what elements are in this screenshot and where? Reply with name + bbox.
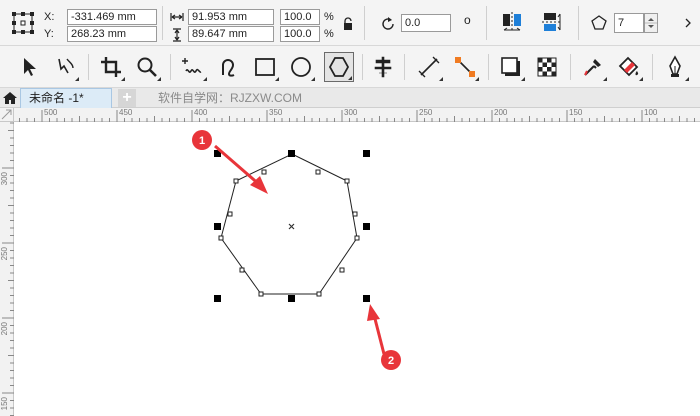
annotation-arrow <box>367 304 386 355</box>
separator <box>488 54 489 80</box>
scale-height-field[interactable]: 100.0 <box>280 26 320 42</box>
height-field[interactable]: 89.647 mm <box>188 26 274 42</box>
separator <box>170 54 171 80</box>
zoom-tool-icon[interactable] <box>132 52 162 82</box>
separator <box>652 54 653 80</box>
ruler-origin[interactable] <box>0 108 14 122</box>
coreldraw-window: X: Y: -331.469 mm 268.23 mm 91.953 mm 89… <box>0 0 700 416</box>
dimension-tool-icon[interactable] <box>414 52 444 82</box>
separator <box>362 54 363 80</box>
scale-width-field[interactable]: 100.0 <box>280 9 320 25</box>
x-position-field[interactable]: -331.469 mm <box>67 9 157 25</box>
ruler-label: 450 <box>119 108 133 117</box>
separator <box>162 6 163 40</box>
x-label: X: <box>44 11 55 23</box>
y-label: Y: <box>44 28 54 40</box>
polygon-sides-icon <box>590 14 608 32</box>
document-tab-bar: 未命名 -1* + 软件自学网：RJZXW.COM <box>0 88 700 108</box>
shape-nodes[interactable] <box>218 151 360 297</box>
watermark-text: 软件自学网：RJZXW.COM <box>158 91 302 105</box>
polygon-sides-field[interactable]: 7 <box>614 13 644 33</box>
callout-two-label: 2 <box>388 355 394 367</box>
vertical-ruler[interactable]: 300 250 200 150 <box>0 122 14 416</box>
ruler-label: 300 <box>0 172 9 186</box>
center-marker-icon <box>288 223 295 230</box>
ruler-label: 300 <box>344 108 358 117</box>
eyedropper-tool-icon[interactable] <box>578 52 608 82</box>
toolbox <box>0 46 700 88</box>
separator <box>578 6 579 40</box>
transparency-tool-icon[interactable] <box>532 52 562 82</box>
more-options-icon[interactable] <box>684 18 692 28</box>
ellipse-tool-icon[interactable] <box>286 52 316 82</box>
ruler-label: 250 <box>0 247 9 261</box>
sides-stepper[interactable] <box>644 13 658 33</box>
crop-tool-icon[interactable] <box>96 52 126 82</box>
height-icon <box>172 28 182 42</box>
percent-label: % <box>324 11 334 23</box>
width-field[interactable]: 91.953 mm <box>188 9 274 25</box>
freehand-tool-icon[interactable] <box>178 52 208 82</box>
separator <box>486 6 487 40</box>
polygon-tool-icon[interactable] <box>324 52 354 82</box>
ruler-label: 500 <box>44 108 58 117</box>
percent-label: % <box>324 28 334 40</box>
drop-shadow-tool-icon[interactable] <box>496 52 526 82</box>
degree-symbol: o <box>464 13 471 27</box>
home-icon[interactable] <box>2 90 18 106</box>
ruler-label: 350 <box>269 108 283 117</box>
tab-document[interactable]: 未命名 -1* <box>20 88 112 108</box>
shape-tool-icon[interactable] <box>50 52 80 82</box>
mirror-vertical-icon[interactable] <box>540 10 564 34</box>
rectangle-tool-icon[interactable] <box>250 52 280 82</box>
property-bar: X: Y: -331.469 mm 268.23 mm 91.953 mm 89… <box>0 0 700 46</box>
artistic-media-tool-icon[interactable] <box>214 52 244 82</box>
pick-tool-icon[interactable] <box>14 52 44 82</box>
y-position-field[interactable]: 268.23 mm <box>67 26 157 42</box>
interactive-fill-tool-icon[interactable] <box>614 52 644 82</box>
separator <box>404 54 405 80</box>
separator <box>570 54 571 80</box>
ruler-label: 250 <box>419 108 433 117</box>
connector-tool-icon[interactable] <box>450 52 480 82</box>
ruler-label: 100 <box>644 108 658 117</box>
rotation-angle-field[interactable]: 0.0 <box>401 14 451 32</box>
object-origin-icon[interactable] <box>10 10 36 36</box>
mirror-horizontal-icon[interactable] <box>500 10 524 34</box>
width-icon <box>170 12 184 22</box>
drawing-canvas[interactable]: 1 2 <box>14 122 700 416</box>
text-tool-icon[interactable] <box>368 52 398 82</box>
ruler-label: 150 <box>0 397 9 411</box>
horizontal-ruler[interactable]: 500 450 400 350 300 250 200 150 100 <box>14 108 700 122</box>
ruler-label: 150 <box>569 108 583 117</box>
lock-ratio-icon[interactable] <box>342 17 354 31</box>
outline-pen-tool-icon[interactable] <box>660 52 690 82</box>
annotation-arrow <box>214 144 268 194</box>
add-tab-button[interactable]: + <box>118 89 136 107</box>
separator <box>88 54 89 80</box>
rotate-icon <box>380 16 396 32</box>
ruler-label: 200 <box>0 322 9 336</box>
ruler-label: 200 <box>494 108 508 117</box>
separator <box>364 6 365 40</box>
callout-one-label: 1 <box>199 135 205 147</box>
ruler-label: 400 <box>194 108 208 117</box>
